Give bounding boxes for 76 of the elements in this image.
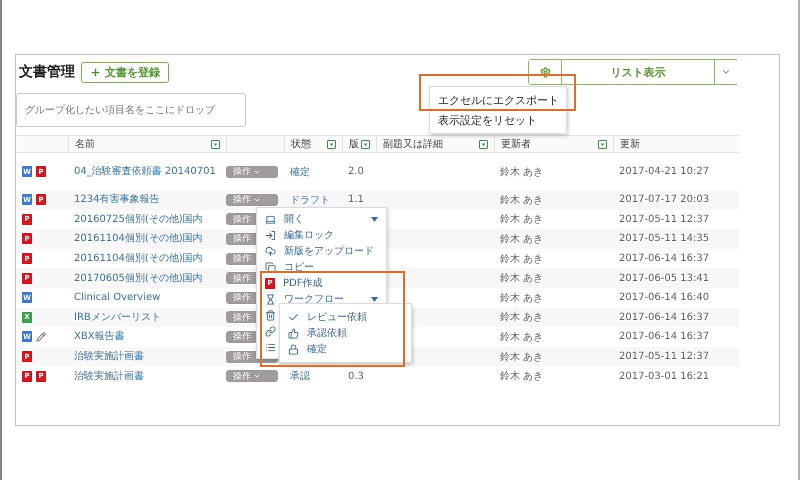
updated-cell-text: 2017-05-11 12:37: [618, 214, 710, 225]
page-title: 文書管理: [19, 63, 75, 81]
updated-cell-text: 2017-05-11 12:37: [618, 351, 710, 362]
updated-cell-text: 2017-04-21 10:27: [618, 166, 710, 177]
updater-cell-text: 鈴木 あき: [499, 273, 544, 284]
updated-cell-text: 2017-06-05 13:41: [618, 272, 710, 284]
menu-item[interactable]: 表示設定をリセット: [430, 110, 566, 130]
status-link[interactable]: 確定: [284, 166, 316, 178]
column-header[interactable]: 名前: [75, 137, 95, 151]
document-link[interactable]: 20170605個別(その他)国内: [68, 270, 226, 286]
thumbs-up-icon: [288, 328, 299, 338]
filter-icon[interactable]: [327, 140, 336, 148]
updated-cell-text: 2017-06-14 16:40: [618, 292, 710, 304]
cloud-upload-icon: [265, 246, 276, 256]
column-header[interactable]: 副題又は詳細: [383, 137, 443, 151]
updater-cell-text: 鈴木 あき: [499, 371, 544, 382]
group-drop-zone[interactable]: グループ化したい項目名をここにドロップ: [16, 93, 246, 127]
menu-item[interactable]: レビュー依頼: [280, 309, 411, 325]
register-document-button[interactable]: 文書を登録: [81, 62, 169, 82]
document-link[interactable]: 20161104個別(その他)国内: [68, 231, 226, 246]
filter-icon[interactable]: [479, 140, 488, 148]
trash-icon: [265, 310, 276, 320]
updater-cell-text: 鈴木 あき: [499, 352, 544, 363]
sign-in-icon: [265, 230, 276, 240]
updater-cell-text: 鈴木 あき: [499, 234, 544, 245]
lock-icon: [288, 344, 299, 354]
column-header[interactable]: 状態: [291, 137, 311, 151]
settings-icon: [540, 66, 550, 78]
document-link[interactable]: IRBメンバーリスト: [68, 310, 226, 325]
document-link[interactable]: 20160725個別(その他)国内: [68, 212, 226, 227]
check-icon: [288, 312, 299, 322]
copy-icon: [265, 262, 276, 272]
updater-cell-text: 鈴木 あき: [499, 332, 544, 343]
column-header[interactable]: 更新者: [501, 137, 531, 151]
document-link[interactable]: 治験実施計画書: [68, 368, 226, 384]
link-icon: [265, 326, 276, 336]
document-link[interactable]: 治験実施計画書: [68, 349, 226, 364]
action-button[interactable]: 操作: [226, 370, 278, 382]
plus-icon: [90, 66, 101, 78]
updater-cell-text: 鈴木 あき: [499, 214, 544, 226]
updater-cell-text: 鈴木 あき: [499, 292, 544, 304]
updated-cell-text: 2017-07-17 20:03: [618, 194, 710, 206]
settings-button[interactable]: [529, 60, 562, 84]
updated-cell-text: 2017-06-14 16:37: [618, 253, 710, 264]
filter-icon[interactable]: [598, 140, 607, 148]
version-cell-text: 0.3: [347, 370, 365, 382]
updated-cell-text: 2017-03-01 16:21: [618, 370, 710, 382]
filter-icon[interactable]: [361, 140, 370, 148]
status-link[interactable]: 承認: [284, 371, 316, 382]
column-header[interactable]: 版: [349, 137, 359, 151]
menu-item[interactable]: 承認依頼: [280, 325, 411, 341]
updated-cell-text: 2017-05-11 14:35: [618, 233, 710, 244]
document-link[interactable]: 20161104個別(その他)国内: [68, 251, 226, 266]
laptop-icon: [265, 214, 276, 224]
document-link[interactable]: 1234有害事象報告: [68, 192, 226, 208]
updated-cell-text: 2017-06-14 16:37: [618, 312, 710, 323]
document-link[interactable]: XBX報告書: [68, 329, 226, 344]
document-link[interactable]: Clinical Overview: [68, 290, 226, 306]
pencil-icon: [36, 332, 46, 342]
updater-cell-text: 鈴木 あき: [499, 254, 544, 265]
menu-item[interactable]: 確定: [280, 341, 411, 357]
column-header[interactable]: 更新: [620, 137, 640, 151]
action-button[interactable]: 操作: [226, 194, 278, 206]
updater-cell-text: 鈴木 あき: [499, 312, 544, 324]
status-link[interactable]: ドラフト: [284, 194, 336, 206]
action-button[interactable]: 操作: [226, 166, 278, 178]
menu-item[interactable]: エクセルにエクスポート: [430, 90, 566, 110]
hourglass-icon: [265, 294, 276, 304]
version-cell-text: 1.1: [347, 194, 365, 206]
filter-icon[interactable]: [211, 140, 220, 148]
document-link[interactable]: 04_治験審査依頼書 20140701: [68, 164, 226, 179]
list-icon: [265, 342, 276, 352]
updater-cell-text: 鈴木 あき: [499, 166, 544, 178]
updater-cell-text: 鈴木 あき: [499, 194, 544, 206]
updated-cell-text: 2017-06-14 16:37: [618, 331, 710, 342]
version-cell-text: 2.0: [347, 166, 365, 177]
